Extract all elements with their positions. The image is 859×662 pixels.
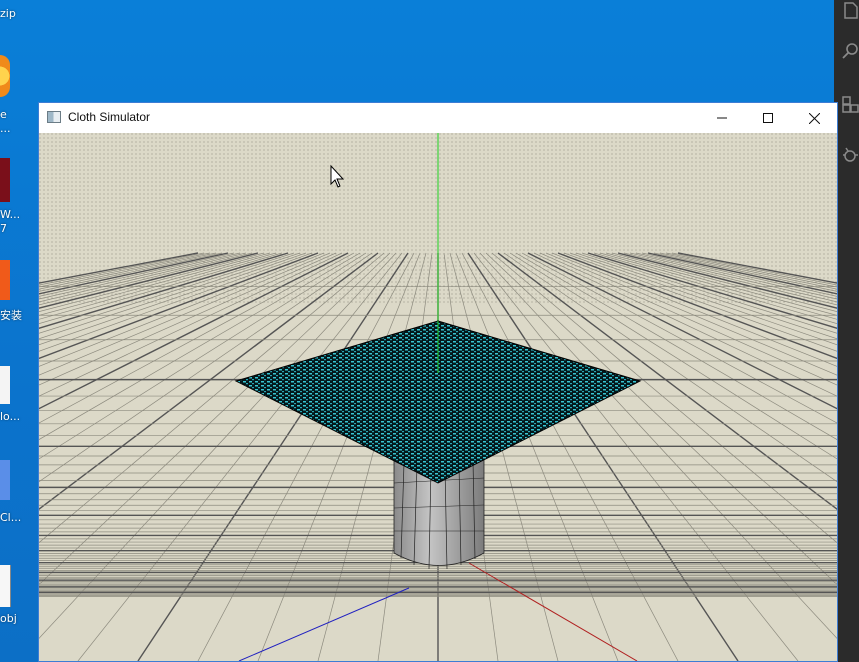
orange-square-icon[interactable]: [0, 260, 10, 300]
desktop-label[interactable]: zip: [0, 7, 16, 20]
orange-app-icon[interactable]: [0, 55, 10, 97]
files-icon[interactable]: [842, 2, 859, 19]
document-icon[interactable]: [0, 366, 10, 404]
cloth-simulator-window[interactable]: Cloth Simulator: [38, 102, 838, 662]
extensions-icon[interactable]: [842, 96, 859, 113]
desktop-label[interactable]: e: [0, 108, 7, 121]
close-icon: [808, 112, 820, 124]
desktop-background: zip e ... W... 7 安装 lo... Cl... obj Clot…: [0, 0, 859, 662]
desktop-label[interactable]: lo...: [0, 410, 20, 423]
minimize-icon: [717, 117, 727, 119]
window-title: Cloth Simulator: [68, 110, 151, 124]
red-app-icon[interactable]: [0, 158, 10, 202]
close-button[interactable]: [791, 103, 837, 133]
cloth-app-icon: [47, 111, 61, 123]
search-icon[interactable]: [842, 42, 859, 59]
desktop-label[interactable]: Cl...: [0, 511, 21, 524]
debug-icon[interactable]: [842, 146, 859, 163]
maximize-button[interactable]: [745, 103, 791, 133]
blue-app-icon[interactable]: [0, 460, 10, 500]
minimize-button[interactable]: [699, 103, 745, 133]
desktop-label[interactable]: obj: [0, 612, 17, 625]
maximize-icon: [763, 113, 773, 123]
desktop-label[interactable]: W...: [0, 208, 20, 221]
file-icon[interactable]: [0, 565, 11, 607]
3d-viewport[interactable]: [39, 133, 837, 661]
scene-canvas[interactable]: [39, 133, 837, 661]
desktop-label[interactable]: 安装: [0, 309, 22, 322]
desktop-label[interactable]: ...: [0, 122, 11, 135]
desktop-label[interactable]: 7: [0, 222, 7, 235]
desktop-icon-column[interactable]: zip e ... W... 7 安装 lo... Cl... obj: [0, 0, 38, 662]
title-bar[interactable]: Cloth Simulator: [39, 103, 837, 133]
